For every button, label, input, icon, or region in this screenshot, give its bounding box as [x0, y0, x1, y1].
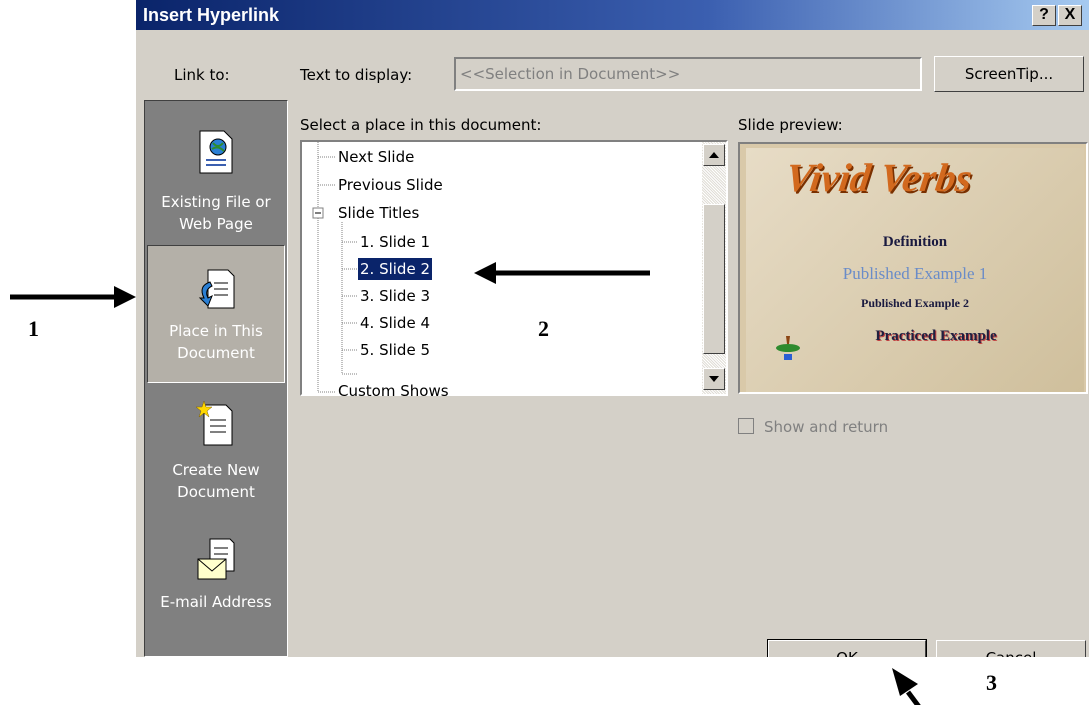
- annotation-arrows: [10, 262, 921, 705]
- annotation-1: 1: [28, 316, 39, 341]
- annotation-2: 2: [538, 316, 549, 341]
- annotation-3: 3: [986, 670, 997, 695]
